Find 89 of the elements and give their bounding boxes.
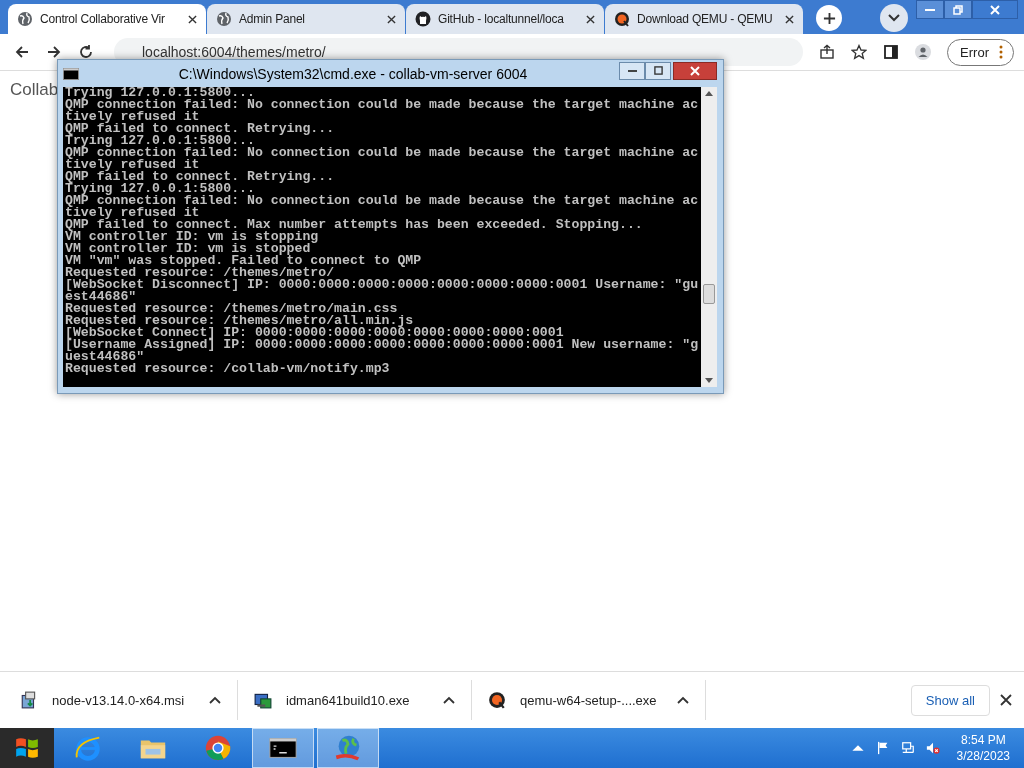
clock-time[interactable]: 8:54 PM xyxy=(960,732,1006,748)
download-item[interactable]: node-v13.14.0-x64.msi xyxy=(20,680,238,720)
globe-icon xyxy=(17,11,33,27)
scroll-up-icon[interactable] xyxy=(705,91,713,96)
show-all-button[interactable]: Show all xyxy=(910,684,990,716)
file-name: idman641build10.exe xyxy=(286,692,411,708)
console-line: QMP connection failed: No connection could be made because the target machine ac xyxy=(65,99,700,111)
network-icon[interactable] xyxy=(900,741,915,755)
close-icon xyxy=(990,4,1000,15)
chrome-icon xyxy=(203,733,233,763)
console-line: QMP connection failed: No connection could be made because the target machine ac xyxy=(65,147,700,159)
star-icon[interactable] xyxy=(851,44,868,60)
maximize-button[interactable] xyxy=(645,61,671,80)
browser-tab[interactable]: Control Collaborative Vir xyxy=(8,4,206,34)
console-line: est44686" xyxy=(65,291,137,303)
minimize-icon xyxy=(925,8,935,11)
taskbar-button[interactable] xyxy=(252,728,314,768)
maximize-icon xyxy=(653,66,663,75)
browser-tab[interactable]: Download QEMU - QEMU xyxy=(605,4,803,34)
start-button[interactable] xyxy=(0,728,54,768)
minimize-icon xyxy=(627,69,637,72)
browser-tab[interactable]: Admin Panel xyxy=(207,4,405,34)
windows-logo-icon xyxy=(14,735,40,761)
close-icon[interactable] xyxy=(188,14,197,24)
console-line: QMP connection failed: No connection could be made because the target machine ac xyxy=(65,195,700,207)
restore-button[interactable] xyxy=(944,0,972,19)
restore-icon xyxy=(953,4,963,15)
setup-icon xyxy=(254,691,272,709)
console-line: QMP failed to connect. Max number attempts has been exceeded. Stopping... xyxy=(65,219,644,231)
console-line: tively refused it xyxy=(65,159,200,171)
console-line: Requested resource: /themes/metro/main.css xyxy=(65,303,398,315)
console-line: QMP failed to connect. Retrying... xyxy=(65,123,336,135)
file-name: node-v13.14.0-x64.msi xyxy=(52,692,186,708)
caret-icon[interactable] xyxy=(209,696,221,704)
new-tab-button[interactable] xyxy=(816,5,842,31)
minimize-button[interactable] xyxy=(619,61,645,80)
console-line: Trying 127.0.0.1:5800... xyxy=(65,135,255,147)
clock-date[interactable]: 3/28/2023 xyxy=(956,748,1010,764)
muted-speaker-icon[interactable] xyxy=(925,741,940,755)
browser-tab[interactable]: GitHub - localtunnel/loca xyxy=(406,4,604,34)
installer-icon xyxy=(20,691,38,709)
window-title: C:\Windows\System32\cmd.exe - collab-vm-server 6004 xyxy=(177,65,529,82)
back-icon[interactable] xyxy=(14,44,30,60)
side-panel-icon[interactable] xyxy=(883,44,900,60)
close-button[interactable] xyxy=(673,61,717,80)
close-icon xyxy=(690,65,700,76)
download-item[interactable]: qemu-w64-setup-....exe xyxy=(488,680,706,720)
plus-icon xyxy=(822,11,836,25)
close-button[interactable] xyxy=(972,0,1018,19)
minimize-button[interactable] xyxy=(916,0,944,19)
globe-icon xyxy=(216,11,232,27)
console-line: [Username Assigned] IP: 0000:0000:0000:0000:0000:0000:0000:0001 New username: "g xyxy=(65,339,700,351)
qemu-logo-icon xyxy=(488,691,506,709)
chevron-down-icon xyxy=(888,14,900,22)
caret-icon[interactable] xyxy=(677,696,689,704)
reload-icon[interactable] xyxy=(78,44,94,60)
terminal-icon xyxy=(63,67,79,80)
console-line: Requested resource: /themes/metro/ xyxy=(65,267,335,279)
download-item[interactable]: idman641build10.exe xyxy=(254,680,472,720)
console-line: VM controller ID: vm is stopping xyxy=(65,231,320,243)
scrollbar[interactable] xyxy=(701,87,717,387)
console-line: [WebSocket Disconnect] IP: 0000:0000:0000:0000:0000:0000:0000:0001 Username: "gu xyxy=(65,279,700,291)
page-heading: Collab xyxy=(10,80,59,100)
caret-icon[interactable] xyxy=(443,696,455,704)
file-name: qemu-w64-setup-....exe xyxy=(520,692,658,708)
close-icon[interactable] xyxy=(586,14,595,24)
console-line: Requested resource: /themes/metro/all.min.js xyxy=(65,315,414,327)
share-icon[interactable] xyxy=(819,44,836,60)
console-line: uest44686" xyxy=(65,351,145,363)
scroll-down-icon[interactable] xyxy=(705,378,713,383)
console-line: [WebSocket Connect] IP: 0000:0000:0000:0000:0000:0000:0000:0001 xyxy=(65,327,565,339)
qemu-logo-icon xyxy=(614,11,630,27)
console-line: Requested resource: /collab-vm/notify.mp3 xyxy=(65,363,391,375)
flag-icon[interactable] xyxy=(875,741,890,755)
console-line: Trying 127.0.0.1:5800... xyxy=(65,87,255,99)
console-line: tively refused it xyxy=(65,111,200,123)
forward-icon[interactable] xyxy=(46,44,62,60)
console-line: Trying 127.0.0.1:5800... xyxy=(65,183,255,195)
scrollbar-thumb[interactable] xyxy=(703,284,715,304)
more-icon xyxy=(999,45,1003,59)
close-icon[interactable] xyxy=(1000,694,1012,706)
close-icon[interactable] xyxy=(785,14,794,24)
console-line: VM controller ID: vm is stopped xyxy=(65,243,311,255)
console-line: QMP failed to connect. Retrying... xyxy=(65,171,336,183)
console-line: tively refused it xyxy=(65,207,200,219)
console-line: VM "vm" was stopped. Failed to connect to QMP xyxy=(65,255,423,267)
tab-search-button[interactable] xyxy=(880,4,908,32)
profile-icon[interactable] xyxy=(915,44,932,60)
close-icon[interactable] xyxy=(387,14,396,24)
